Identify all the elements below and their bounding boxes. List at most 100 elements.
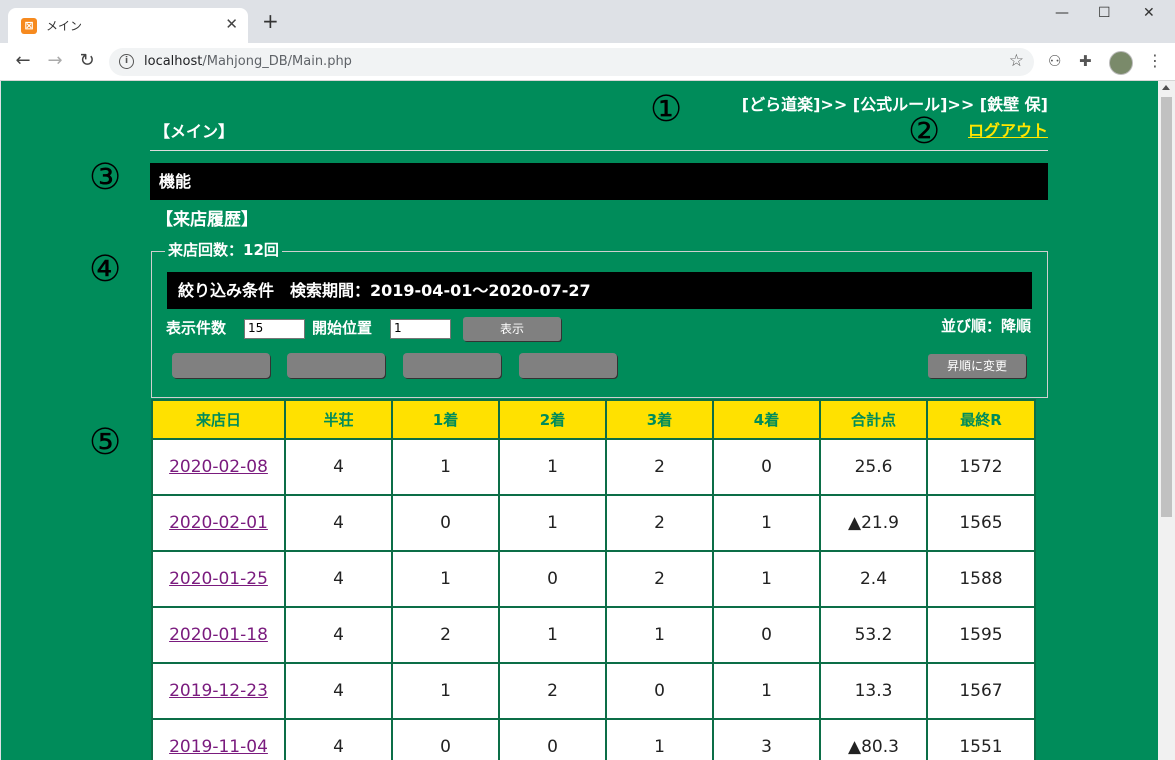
final-rating-cell: 1551 bbox=[928, 720, 1034, 760]
function-bar: 機能 bbox=[150, 163, 1048, 200]
visit-date-link[interactable]: 2020-02-01 bbox=[153, 496, 284, 550]
menu-icon[interactable]: ⋮ bbox=[1147, 51, 1163, 70]
visit-date-link[interactable]: 2020-01-18 bbox=[153, 608, 284, 662]
games-cell: 4 bbox=[286, 552, 391, 606]
third-place-cell: 2 bbox=[607, 440, 712, 494]
third-place-cell: 2 bbox=[607, 496, 712, 550]
fourth-place-cell: 3 bbox=[714, 720, 819, 760]
bookmark-star-icon[interactable]: ☆ bbox=[1009, 51, 1024, 71]
page-scrollbar[interactable] bbox=[1158, 81, 1175, 760]
marker-2: ② bbox=[908, 111, 941, 152]
column-header: 2着 bbox=[500, 401, 605, 438]
total-score-cell: 53.2 bbox=[821, 608, 926, 662]
first-place-cell: 1 bbox=[393, 440, 498, 494]
blank-button-2[interactable] bbox=[287, 353, 385, 378]
profile-avatar[interactable] bbox=[1109, 51, 1133, 75]
total-score-cell: 13.3 bbox=[821, 664, 926, 718]
marker-4: ④ bbox=[89, 249, 122, 290]
display-count-label: 表示件数 bbox=[166, 319, 227, 337]
marker-1: ① bbox=[650, 89, 683, 130]
scrollbar-thumb[interactable] bbox=[1161, 97, 1172, 517]
table-row: 2019-12-23 4 1 2 0 1 13.3 1567 bbox=[153, 664, 1034, 718]
divider bbox=[150, 150, 1048, 151]
column-header: 最終R bbox=[928, 401, 1034, 438]
forward-icon[interactable]: → bbox=[44, 50, 66, 71]
total-score-cell: 2.4 bbox=[821, 552, 926, 606]
address-bar[interactable]: i localhost/Mahjong_DB/Main.php ☆ bbox=[109, 48, 1034, 76]
sort-order-label: 並び順：降順 bbox=[940, 317, 1031, 335]
page-title: 【メイン】 bbox=[154, 122, 235, 141]
table-header-row: 来店日 半荘 1着 2着 3着 4着 合計点 最終R bbox=[153, 401, 1034, 438]
table-row: 2019-11-04 4 0 0 1 3 ▲80.3 1551 bbox=[153, 720, 1034, 760]
visit-date-link[interactable]: 2019-11-04 bbox=[153, 720, 284, 760]
marker-5: ⑤ bbox=[89, 422, 122, 463]
logout-link[interactable]: ログアウト bbox=[968, 117, 1048, 141]
second-place-cell: 1 bbox=[500, 496, 605, 550]
breadcrumb: [どら道楽]>> [公式ルール]>> [鉄壁 保] bbox=[741, 95, 1048, 114]
third-place-cell: 0 bbox=[607, 664, 712, 718]
visit-date-link[interactable]: 2020-01-25 bbox=[153, 552, 284, 606]
fourth-place-cell: 0 bbox=[714, 608, 819, 662]
history-table: 来店日 半荘 1着 2着 3着 4着 合計点 最終R 2020-02-08 4 … bbox=[151, 399, 1036, 760]
show-button[interactable]: 表示 bbox=[463, 317, 561, 341]
blank-button-1[interactable] bbox=[172, 353, 270, 378]
total-score-cell: ▲21.9 bbox=[821, 496, 926, 550]
final-rating-cell: 1565 bbox=[928, 496, 1034, 550]
fourth-place-cell: 0 bbox=[714, 440, 819, 494]
blank-button-4[interactable] bbox=[519, 353, 617, 378]
blank-button-3[interactable] bbox=[403, 353, 501, 378]
visit-count: 来店回数：12回 bbox=[165, 239, 282, 260]
display-count-input[interactable]: 15 bbox=[244, 319, 305, 339]
start-position-label: 開始位置 bbox=[312, 319, 373, 337]
close-tab-icon[interactable]: ✕ bbox=[225, 15, 238, 33]
column-header: 1着 bbox=[393, 401, 498, 438]
url-text: localhost/Mahjong_DB/Main.php bbox=[144, 54, 352, 69]
page-content: ① ② ③ ④ ⑤ [どら道楽]>> [公式ルール]>> [鉄壁 保] ログアウ… bbox=[1, 81, 1158, 760]
back-icon[interactable]: ← bbox=[12, 50, 34, 71]
scroll-up-arrow-icon[interactable] bbox=[1162, 85, 1170, 90]
minimize-icon[interactable]: — bbox=[1055, 5, 1069, 21]
games-cell: 4 bbox=[286, 664, 391, 718]
maximize-icon[interactable]: ☐ bbox=[1098, 5, 1111, 21]
final-rating-cell: 1595 bbox=[928, 608, 1034, 662]
filter-condition-bar: 絞り込み条件 検索期間：2019-04-01～2020-07-27 bbox=[167, 272, 1032, 309]
first-place-cell: 2 bbox=[393, 608, 498, 662]
second-place-cell: 0 bbox=[500, 720, 605, 760]
games-cell: 4 bbox=[286, 608, 391, 662]
column-header: 合計点 bbox=[821, 401, 926, 438]
first-place-cell: 0 bbox=[393, 496, 498, 550]
third-place-cell: 1 bbox=[607, 720, 712, 760]
filter-condition-label: 絞り込み条件 検索期間：2019-04-01～2020-07-27 bbox=[178, 281, 591, 300]
new-tab-icon[interactable]: + bbox=[262, 11, 279, 31]
first-place-cell: 1 bbox=[393, 552, 498, 606]
reload-icon[interactable]: ↻ bbox=[76, 50, 98, 71]
visit-date-link[interactable]: 2019-12-23 bbox=[153, 664, 284, 718]
third-place-cell: 1 bbox=[607, 608, 712, 662]
info-icon[interactable]: i bbox=[119, 54, 134, 69]
games-cell: 4 bbox=[286, 440, 391, 494]
total-score-cell: ▲80.3 bbox=[821, 720, 926, 760]
table-row: 2020-02-01 4 0 1 2 1 ▲21.9 1565 bbox=[153, 496, 1034, 550]
sort-toggle-button[interactable]: 昇順に変更 bbox=[928, 354, 1026, 378]
column-header: 4着 bbox=[714, 401, 819, 438]
extension-icon[interactable]: ⚇ bbox=[1048, 52, 1061, 70]
fourth-place-cell: 1 bbox=[714, 552, 819, 606]
final-rating-cell: 1572 bbox=[928, 440, 1034, 494]
games-cell: 4 bbox=[286, 496, 391, 550]
visit-date-link[interactable]: 2020-02-08 bbox=[153, 440, 284, 494]
browser-toolbar: ← → ↻ i localhost/Mahjong_DB/Main.php ☆ … bbox=[0, 43, 1175, 81]
browser-tab[interactable]: ⊠ メイン ✕ bbox=[8, 8, 248, 43]
function-bar-label: 機能 bbox=[159, 172, 192, 191]
second-place-cell: 2 bbox=[500, 664, 605, 718]
final-rating-cell: 1588 bbox=[928, 552, 1034, 606]
puzzle-icon[interactable]: ✚ bbox=[1079, 52, 1092, 70]
close-window-icon[interactable]: ✕ bbox=[1143, 5, 1155, 21]
column-header: 半荘 bbox=[286, 401, 391, 438]
table-row: 2020-01-25 4 1 0 2 1 2.4 1588 bbox=[153, 552, 1034, 606]
tab-strip: ⊠ メイン ✕ + — ☐ ✕ bbox=[0, 0, 1175, 43]
start-position-input[interactable]: 1 bbox=[390, 319, 451, 339]
history-section-title: 【来店履歴】 bbox=[156, 210, 258, 230]
first-place-cell: 1 bbox=[393, 664, 498, 718]
fourth-place-cell: 1 bbox=[714, 664, 819, 718]
total-score-cell: 25.6 bbox=[821, 440, 926, 494]
